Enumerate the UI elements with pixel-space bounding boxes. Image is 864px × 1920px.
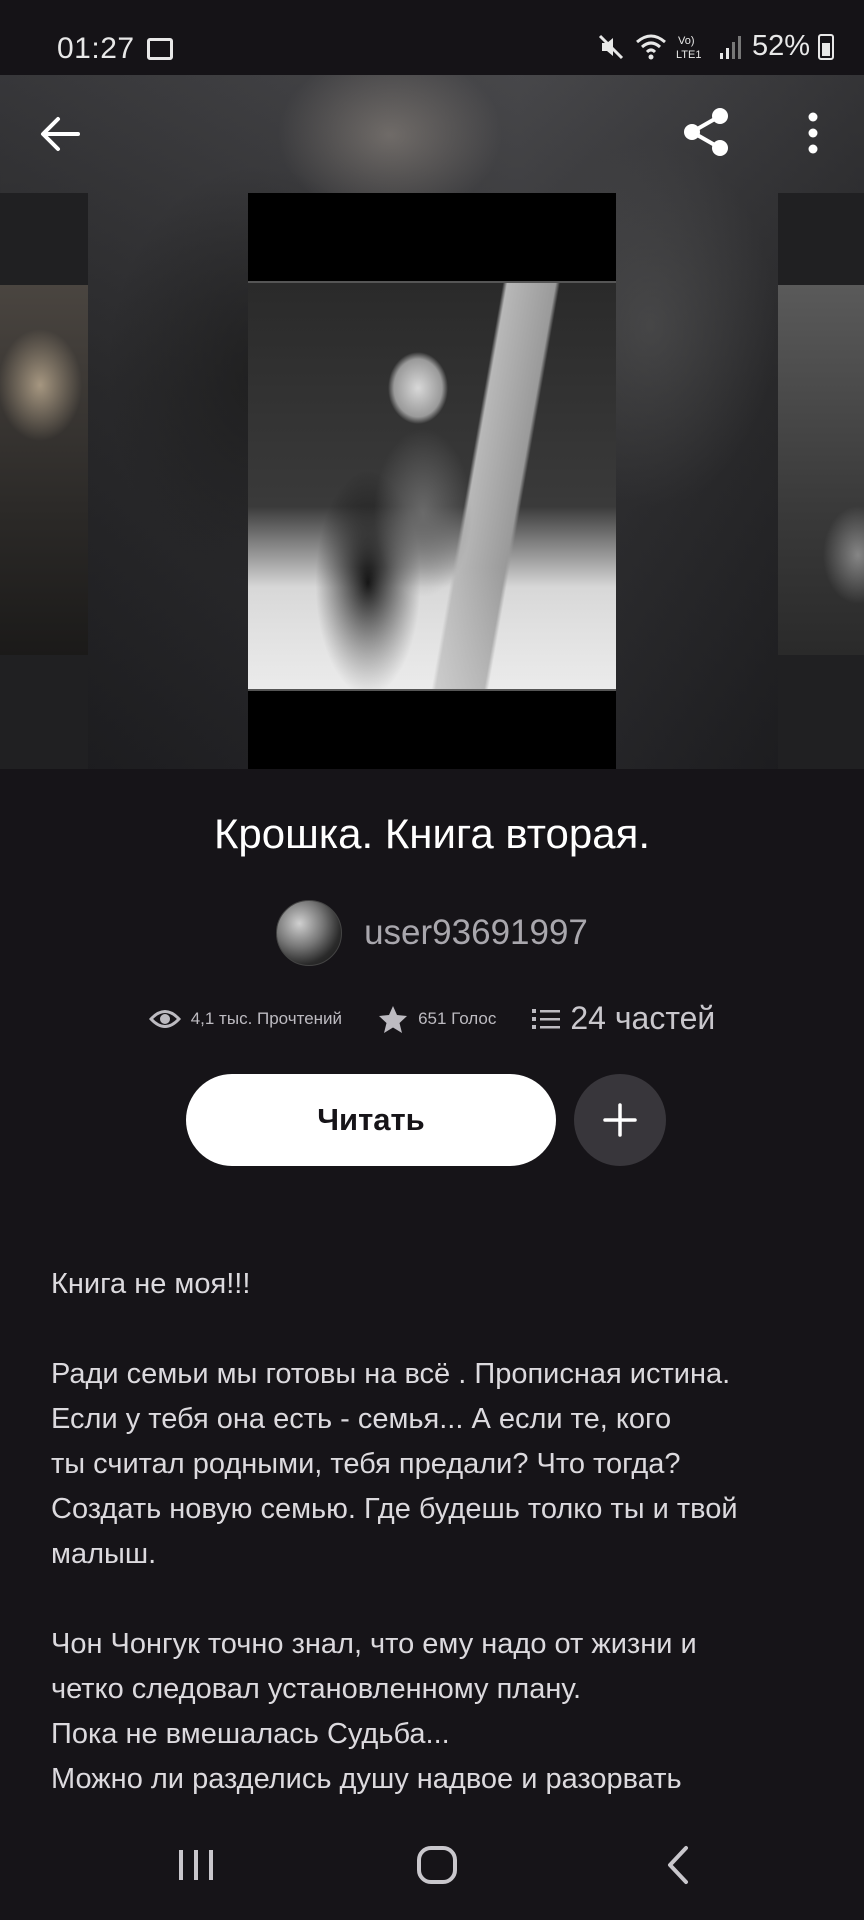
image-icon <box>147 38 173 60</box>
status-icons: Vo) LTE1 52% <box>596 30 834 63</box>
author-name[interactable]: user93691997 <box>364 913 588 953</box>
avatar[interactable] <box>276 900 343 966</box>
next-cover-image[interactable] <box>778 193 864 769</box>
votes-count: 651 Голос <box>418 1008 497 1028</box>
reads-count: 4,1 тыс. Прочтений <box>190 1008 343 1028</box>
description-line: Ради семьи мы готовы на всё . Прописная … <box>51 1358 731 1390</box>
recents-icon[interactable] <box>176 1840 216 1890</box>
read-button[interactable]: Читать <box>186 1074 556 1166</box>
description-line: четко следовал установленному плану. <box>51 1673 582 1705</box>
parts-stat[interactable]: 24 частей <box>532 1000 715 1037</box>
action-row: Читать <box>0 1074 864 1166</box>
status-time: 01:27 <box>57 32 135 65</box>
hero-header <box>0 75 864 769</box>
battery-percent: 52% <box>751 30 810 62</box>
share-icon[interactable] <box>678 104 734 160</box>
book-title: Крошка. Книга вторая. <box>213 810 651 857</box>
description-line: Если у тебя она есть - семья... А если т… <box>51 1403 672 1435</box>
description-line: Создать новую семью. Где будешь толко ты… <box>51 1493 738 1525</box>
description-line: ты считал родными, тебя предали? Что тог… <box>51 1448 681 1480</box>
signal-icon <box>719 35 741 59</box>
battery-charging-icon <box>818 33 834 60</box>
book-stats: 4,1 тыс. Прочтений 651 Голос 24 частей <box>0 1000 864 1037</box>
description-line: Можно ли разделись душу надвое и разорва… <box>51 1763 682 1795</box>
system-nav-bar <box>0 1810 864 1920</box>
book-cover-image <box>248 193 616 769</box>
prev-cover-image[interactable] <box>0 193 88 769</box>
description-line: малыш. <box>51 1538 157 1570</box>
list-icon <box>532 1008 561 1029</box>
book-description: Книга не моя!!! Ради семьи мы готовы на … <box>51 1262 831 1822</box>
mute-icon <box>598 34 624 59</box>
home-icon[interactable] <box>412 1840 462 1890</box>
parts-count[interactable]: 24 частей <box>570 1000 715 1037</box>
description-line: Книга не моя!!! <box>51 1268 251 1300</box>
votes-stat: 651 Голос <box>378 1005 496 1033</box>
description-line: Пока не вмешалась Судьба... <box>51 1718 450 1750</box>
add-to-library-button[interactable] <box>574 1074 666 1166</box>
star-icon <box>379 1005 408 1033</box>
reads-stat: 4,1 тыс. Прочтений <box>148 1008 343 1030</box>
wifi-icon <box>635 34 666 59</box>
cover-photo <box>248 281 616 691</box>
status-bar: 01:27 Vo) LTE1 52% <box>0 0 864 75</box>
svg-text:LTE1: LTE1 <box>676 49 701 61</box>
back-icon[interactable] <box>660 1840 696 1890</box>
eye-icon <box>148 1009 181 1028</box>
plus-icon <box>603 1103 637 1137</box>
svg-text:Vo): Vo) <box>678 35 695 47</box>
volte-lte-icon: Vo) LTE1 <box>676 35 701 61</box>
arrow-left-icon[interactable] <box>38 112 82 156</box>
author-row[interactable]: user93691997 <box>0 900 864 966</box>
description-line: Чон Чонгук точно знал, что ему надо от ж… <box>51 1628 697 1660</box>
more-vertical-icon[interactable] <box>796 110 830 156</box>
